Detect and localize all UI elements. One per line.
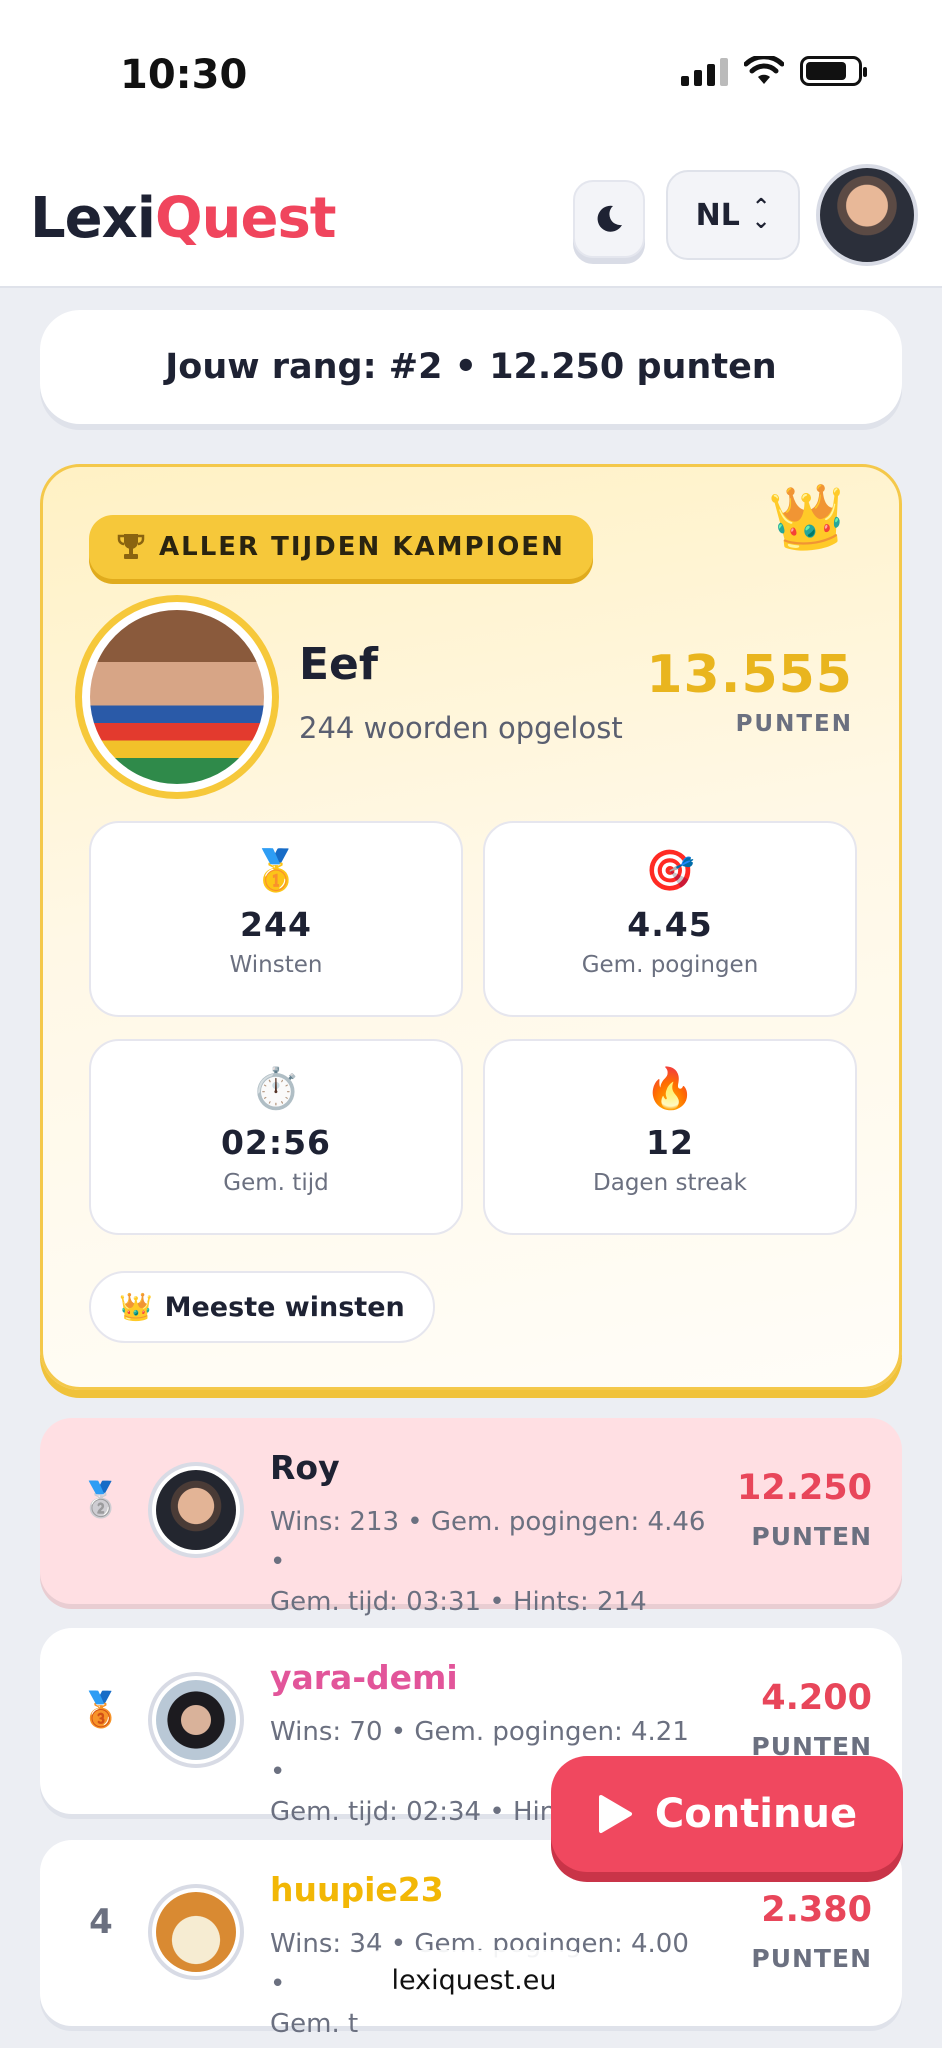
champion-avatar [75, 595, 279, 799]
browser-url: lexiquest.eu [391, 1964, 557, 1996]
target-icon: 🎯 [645, 848, 695, 894]
logo-part-quest: Quest [154, 186, 337, 251]
continue-button[interactable]: Continue [551, 1756, 903, 1872]
most-wins-label: Meeste winsten [164, 1291, 405, 1323]
app-logo[interactable]: LexiQuest [30, 186, 337, 251]
champion-points: 13.555 [646, 645, 853, 705]
rank-summary: Jouw rang: #2 • 12.250 punten [40, 310, 902, 424]
stat-label: Gem. tijd [223, 1170, 329, 1196]
player-avatar [148, 1884, 244, 1980]
stat-label: Gem. pogingen [581, 952, 759, 978]
rank-medal-silver-icon: 🥈 [79, 1480, 123, 1520]
status-bar: 10:30 [0, 0, 942, 150]
player-name: huupie23 [270, 1870, 444, 1909]
stat-avg-time: ⏱️ 02:56 Gem. tijd [89, 1039, 463, 1235]
champion-badge: ALLER TIJDEN KAMPIOEN [89, 515, 593, 579]
crown-icon: 👑 [766, 477, 851, 558]
stat-streak: 🔥 12 Dagen streak [483, 1039, 857, 1235]
fire-icon: 🔥 [645, 1066, 695, 1112]
cellular-signal-icon [681, 56, 728, 86]
logo-part-lexi: Lexi [30, 186, 156, 251]
continue-label: Continue [654, 1791, 858, 1837]
trophy-icon [117, 534, 145, 559]
user-avatar[interactable] [816, 164, 918, 266]
crown-icon: 👑 [119, 1292, 153, 1323]
status-icons [681, 56, 867, 86]
status-time: 10:30 [120, 52, 248, 98]
player-points: 12.250 [736, 1468, 872, 1508]
champion-card: 👑 ALLER TIJDEN KAMPIOEN Eef 244 woorden … [40, 464, 902, 1390]
player-stats-line: Gem. tijd: 03:31 • Hints: 214 [270, 1587, 647, 1617]
moon-icon [597, 205, 622, 232]
champion-badge-label: ALLER TIJDEN KAMPIOEN [159, 532, 565, 562]
stat-label: Dagen streak [593, 1170, 747, 1196]
player-name: yara-demi [270, 1658, 458, 1697]
wifi-icon [744, 56, 784, 84]
app-header: LexiQuest NL ⌃ ⌄ [0, 150, 942, 288]
rank-number: 4 [89, 1902, 113, 1942]
player-avatar [148, 1672, 244, 1768]
theme-toggle-button[interactable] [573, 180, 645, 258]
rank-summary-text: Jouw rang: #2 • 12.250 punten [165, 347, 777, 387]
leaderboard-row[interactable]: 🥈 Roy Wins: 213 • Gem. pogingen: 4.46 • … [40, 1418, 902, 1617]
browser-url-bar[interactable]: lexiquest.eu [352, 1950, 596, 2010]
stopwatch-icon: ⏱️ [251, 1066, 301, 1112]
player-stats: Wins: 213 • Gem. pogingen: 4.46 • Gem. t… [270, 1502, 710, 1622]
battery-icon [800, 56, 867, 86]
champion-name: Eef [299, 639, 379, 690]
player-name: Roy [270, 1448, 340, 1487]
chevron-updown-icon: ⌃ ⌄ [751, 195, 771, 234]
language-value: NL [695, 197, 740, 233]
player-stats-line: Wins: 213 • Gem. pogingen: 4.46 • [270, 1507, 706, 1577]
player-points: 4.200 [761, 1678, 872, 1718]
player-points-label: PUNTEN [751, 1522, 872, 1551]
player-points: 2.380 [761, 1890, 872, 1930]
player-points-label: PUNTEN [751, 1944, 872, 1973]
stat-wins: 🥇 244 Winsten [89, 821, 463, 1017]
stat-value: 4.45 [627, 905, 713, 944]
medal-icon: 🥇 [251, 848, 301, 894]
stat-value: 244 [240, 905, 312, 944]
stat-avg-attempts: 🎯 4.45 Gem. pogingen [483, 821, 857, 1017]
stat-value: 02:56 [220, 1123, 332, 1162]
champion-solved-count: 244 woorden opgelost [299, 711, 623, 745]
stat-label: Winsten [229, 952, 323, 978]
stat-value: 12 [646, 1123, 694, 1162]
rank-medal-bronze-icon: 🥉 [79, 1690, 123, 1730]
play-icon [598, 1795, 632, 1833]
most-wins-tag: 👑 Meeste winsten [89, 1271, 435, 1343]
language-select[interactable]: NL ⌃ ⌄ [666, 170, 800, 260]
champion-points-label: PUNTEN [735, 711, 853, 737]
player-avatar [148, 1462, 244, 1558]
player-stats-line: Gem. t [270, 2009, 359, 2039]
